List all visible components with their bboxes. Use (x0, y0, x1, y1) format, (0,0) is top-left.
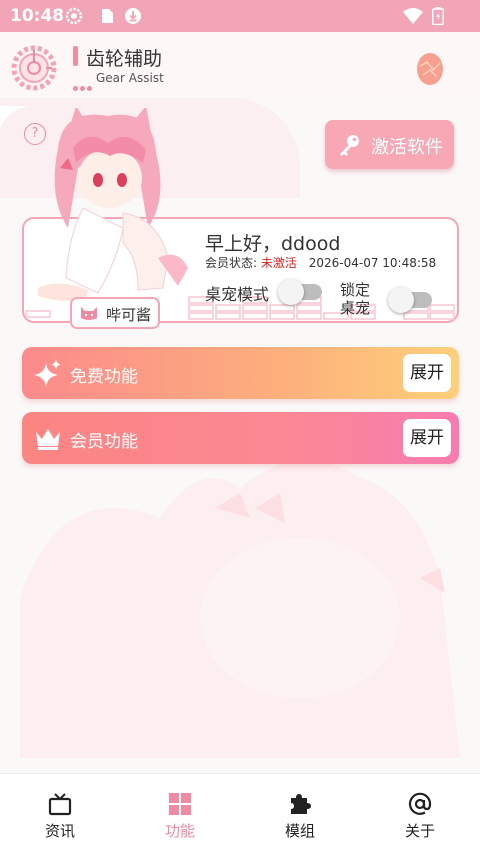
free-features-label: 免费功能 (70, 367, 138, 387)
activate-software-button[interactable]: 激活软件 (325, 120, 454, 169)
free-features-expand-button[interactable]: 展开 (403, 354, 451, 392)
battery-icon (432, 7, 444, 25)
app-subtitle: Gear Assist (96, 71, 164, 85)
member-status-value: 未激活 (260, 256, 297, 270)
pet-name-tag: 哔可酱 (70, 297, 160, 329)
crown-icon (36, 429, 60, 450)
desktop-pet-label: 桌宠模式 (205, 285, 270, 304)
lock-pet-label: 锁定桌宠 (340, 281, 371, 317)
toggle-knob (278, 279, 304, 305)
sparkle-icon (34, 359, 61, 387)
free-features-bar[interactable]: 免费功能 展开 (22, 347, 459, 399)
subtitle-dots (73, 76, 94, 95)
bottom-navigation: 资讯 功能 模组 关于 (0, 773, 480, 853)
activate-label: 激活软件 (371, 137, 443, 158)
wifi-icon (403, 8, 423, 24)
vip-features-label: 会员功能 (70, 432, 138, 452)
cat-icon (81, 307, 97, 320)
greeting-text: 早上好，ddood (205, 233, 341, 255)
nav-label-about: 关于 (404, 822, 435, 840)
at-icon (408, 792, 432, 815)
gear-logo-icon (11, 45, 57, 91)
gear-notification-icon (65, 7, 83, 25)
download-icon (125, 8, 141, 24)
egg-icon[interactable] (415, 48, 445, 86)
sim-card-icon (102, 9, 113, 23)
pet-name: 哔可酱 (106, 306, 152, 324)
vip-features-expand-button[interactable]: 展开 (403, 419, 451, 457)
nav-item-features[interactable]: 功能 (120, 774, 240, 853)
nav-item-news[interactable]: 资讯 (0, 774, 120, 853)
member-status-label: 会员状态: (205, 256, 258, 270)
anime-girl-illustration (38, 108, 188, 301)
nav-item-about[interactable]: 关于 (360, 774, 480, 853)
desktop-pet-toggle[interactable] (278, 279, 322, 305)
status-bar: 10:48 (0, 0, 480, 32)
nav-label-features: 功能 (164, 822, 195, 840)
status-time: 10:48 (10, 6, 65, 26)
timestamp: 2026-04-07 10:48:58 (308, 256, 437, 270)
key-icon (340, 135, 359, 156)
nav-label-mods: 模组 (284, 822, 315, 840)
toggle-knob (388, 287, 414, 313)
lock-pet-toggle[interactable] (388, 287, 432, 313)
title-accent-bar (73, 46, 78, 66)
member-status-line: 会员状态: 未激活 2026-04-07 10:48:58 (205, 254, 436, 271)
app-header: 齿轮辅助 Gear Assist (0, 32, 480, 98)
nav-item-mods[interactable]: 模组 (240, 774, 360, 853)
app-title: 齿轮辅助 (86, 48, 163, 70)
tv-icon (48, 793, 72, 816)
grid-icon (169, 793, 191, 815)
puzzle-icon (291, 794, 311, 814)
vip-features-bar[interactable]: 会员功能 展开 (22, 412, 459, 464)
nav-label-news: 资讯 (44, 822, 75, 840)
